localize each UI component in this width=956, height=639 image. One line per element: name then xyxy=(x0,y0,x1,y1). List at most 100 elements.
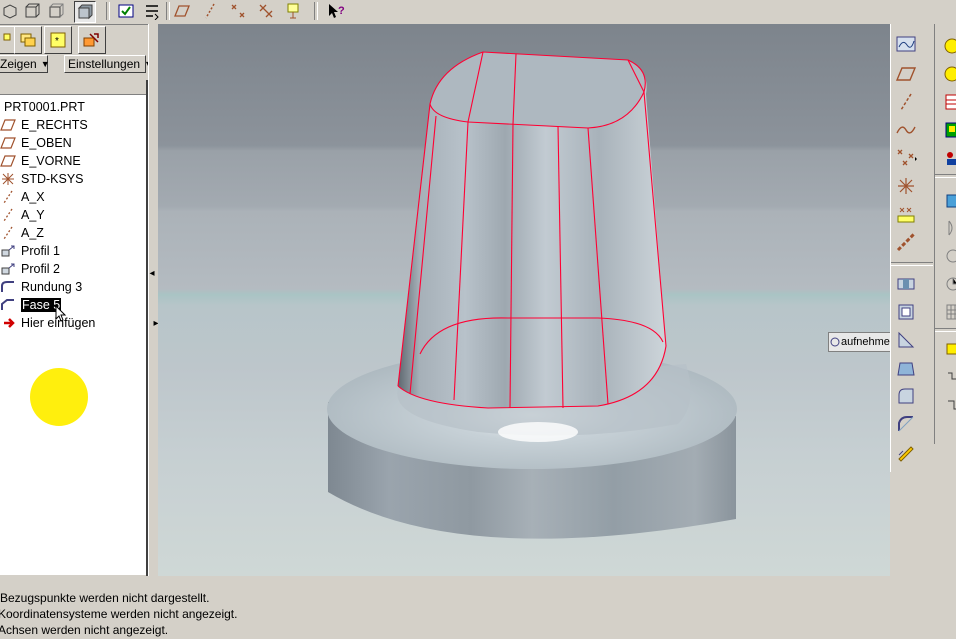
main-toolbar: ? xyxy=(0,0,956,25)
whats-this-icon[interactable]: ? xyxy=(326,1,346,21)
rib-tool-icon[interactable] xyxy=(893,328,919,352)
note-tool-icon[interactable] xyxy=(935,338,956,362)
datum-axis-display-icon[interactable] xyxy=(142,1,162,21)
sweep-tool-icon[interactable] xyxy=(935,244,956,268)
chamfer-tool-icon[interactable] xyxy=(893,412,919,436)
datum-curve-tool-icon[interactable] xyxy=(893,118,919,142)
datum-axis-icon xyxy=(0,207,20,223)
toolbar-separator xyxy=(106,2,110,20)
tree-root[interactable]: PRT0001.PRT xyxy=(3,98,85,116)
csys-icon xyxy=(0,171,20,187)
tree-item-profil-1[interactable]: Profil 1 xyxy=(0,242,60,260)
tooltip-text: aufnehme xyxy=(841,336,890,348)
toolbar-separator xyxy=(166,2,170,20)
tree-item-label: E_VORNE xyxy=(21,154,81,168)
status-line: Bezugspunkte werden nicht dargestellt. xyxy=(0,591,210,605)
datum-axis-icon xyxy=(0,189,20,205)
datum-point-icon[interactable] xyxy=(228,1,248,21)
tree-item-a-z[interactable]: A_Z xyxy=(0,224,44,242)
datum-toolbar xyxy=(890,24,935,472)
grid-tool-icon[interactable] xyxy=(935,300,956,324)
tree-item-label: A_Y xyxy=(21,208,45,222)
tree-item-profil-2[interactable]: Profil 2 xyxy=(0,260,60,278)
csys-display-icon[interactable] xyxy=(256,1,276,21)
tree-item-fase-5[interactable]: Fase 5 xyxy=(0,296,62,314)
hole-tool-icon[interactable] xyxy=(893,272,919,296)
status-line: Koordinatensysteme werden nicht angezeig… xyxy=(0,607,238,621)
message-area: Bezugspunkte werden nicht dargestellt. K… xyxy=(0,578,956,637)
shell-tool-icon[interactable] xyxy=(893,300,919,324)
color-icon[interactable] xyxy=(935,118,956,142)
tree-item-rundung-3[interactable]: Rundung 3 xyxy=(0,278,82,296)
tree-item-e-vorne[interactable]: E_VORNE xyxy=(0,152,81,170)
tree-header xyxy=(0,78,148,95)
show-menu-button[interactable]: Zeigen ▼ xyxy=(0,55,50,73)
extrude-tool-icon[interactable] xyxy=(935,188,956,212)
parameters-icon[interactable] xyxy=(935,146,956,170)
view-shaded-icon[interactable] xyxy=(74,1,96,23)
datum-plane-icon xyxy=(0,153,20,169)
insert-here-arrow-icon xyxy=(0,315,20,331)
datum-plane-tool-icon[interactable] xyxy=(893,62,919,86)
toolbar-separator xyxy=(891,262,933,266)
tree-item-label: Profil 1 xyxy=(21,244,60,258)
tree-menubar: Zeigen▼ Einstellungen▼ xyxy=(0,54,153,76)
toolbar-separator xyxy=(935,328,956,332)
collapse-left-icon[interactable]: ◂ xyxy=(148,268,156,279)
view-hidden-icon[interactable] xyxy=(46,1,66,21)
tree-item-a-y[interactable]: A_Y xyxy=(0,206,45,224)
graphics-window[interactable] xyxy=(158,24,890,576)
view-wire-icon[interactable] xyxy=(22,1,42,21)
settings-menu-label: Einstellungen xyxy=(68,57,141,71)
connections-tab[interactable] xyxy=(78,26,106,54)
tree-item-label: A_X xyxy=(21,190,45,204)
datum-axis-tool-icon[interactable] xyxy=(893,90,919,114)
csys-toggle-icon[interactable] xyxy=(284,1,304,21)
regenerate-check-icon[interactable] xyxy=(116,1,136,21)
chain-tool-icon[interactable] xyxy=(893,230,919,254)
tree-root-label: PRT0001.PRT xyxy=(4,100,85,114)
draft-tool-icon[interactable] xyxy=(893,356,919,380)
favorites-tab[interactable]: * xyxy=(44,26,72,54)
csys-tool-icon[interactable] xyxy=(893,174,919,198)
hover-tooltip: aufnehme xyxy=(828,332,892,352)
blend-tool-icon[interactable] xyxy=(935,272,956,296)
extrude-icon xyxy=(0,243,20,259)
feature-toolbar xyxy=(934,24,956,444)
datum-axis-icon[interactable] xyxy=(200,1,220,21)
svg-text:?: ? xyxy=(338,5,345,17)
cursor-highlight xyxy=(30,368,88,426)
table-icon[interactable] xyxy=(935,90,956,114)
tree-item-a-x[interactable]: A_X xyxy=(0,188,45,206)
round-tool-icon[interactable] xyxy=(893,384,919,408)
datum-point-tool-icon[interactable] xyxy=(893,146,919,170)
folder-tab[interactable] xyxy=(14,26,42,54)
settings-menu-button[interactable]: Einstellungen▼ xyxy=(64,55,153,73)
navigator-tabs: * xyxy=(0,26,150,54)
tree-item-insert-here[interactable]: Hier einfügen xyxy=(0,314,95,332)
smiley-icon[interactable] xyxy=(935,34,956,58)
tree-item-label: Rundung 3 xyxy=(21,280,83,294)
tree-item-label: E_RECHTS xyxy=(21,118,88,132)
tree-item-e-oben[interactable]: E_OBEN xyxy=(0,134,72,152)
datum-plane-display-icon[interactable] xyxy=(172,1,192,21)
view-iso-icon[interactable] xyxy=(0,1,20,21)
edit-tool-icon[interactable] xyxy=(893,440,919,464)
mouse-cursor-icon xyxy=(55,305,67,322)
tree-item-std-ksys[interactable]: STD-KSYS xyxy=(0,170,84,188)
extrude-icon xyxy=(0,261,20,277)
tree-item-label: Profil 2 xyxy=(21,262,60,276)
relation-tool-icon[interactable] xyxy=(935,394,956,418)
revolve-tool-icon[interactable] xyxy=(935,216,956,240)
smiley-icon[interactable] xyxy=(935,62,956,86)
tree-item-label: STD-KSYS xyxy=(21,172,84,186)
sketch-tool-icon[interactable] xyxy=(893,32,919,56)
model-tree[interactable]: PRT0001.PRT E_RECHTS E_OBEN E_VORNE STD-… xyxy=(0,94,147,575)
analysis-tool-icon[interactable] xyxy=(893,202,919,226)
toolbar-separator xyxy=(935,174,956,178)
chamfer-icon xyxy=(0,297,20,313)
round-icon xyxy=(0,279,20,295)
tree-item-e-rechts[interactable]: E_RECHTS xyxy=(0,116,88,134)
dimension-tool-icon[interactable] xyxy=(935,366,956,390)
datum-plane-icon xyxy=(0,117,20,133)
